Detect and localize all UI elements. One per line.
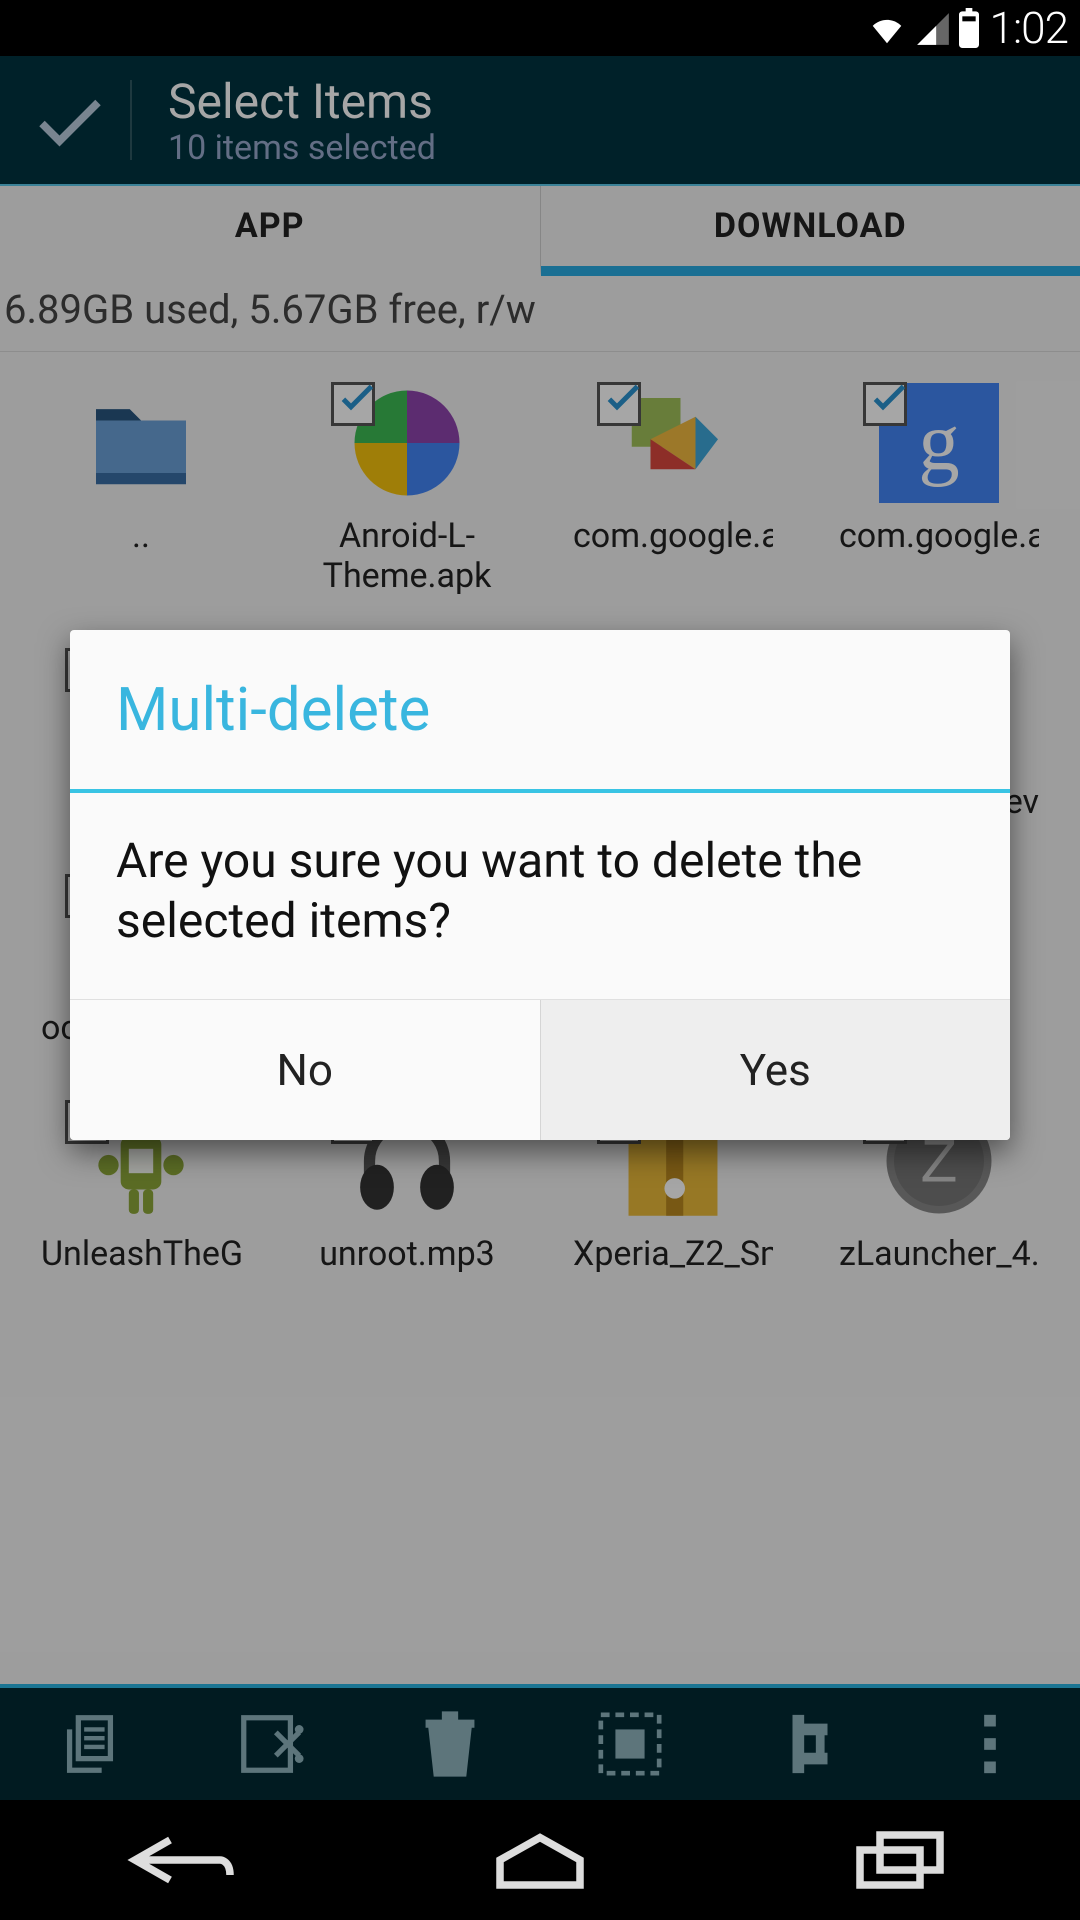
home-button[interactable] (450, 1820, 630, 1900)
status-time: 1:02 (990, 2, 1068, 54)
screen: 1:02 Select Items 10 items selected APP … (0, 0, 1080, 1920)
status-icons (866, 8, 980, 48)
back-button[interactable] (90, 1820, 270, 1900)
wifi-icon (866, 10, 908, 48)
status-bar: 1:02 (0, 0, 1080, 56)
home-icon (490, 1830, 590, 1890)
battery-icon (958, 8, 980, 48)
cell-signal-icon (914, 10, 952, 48)
recents-button[interactable] (810, 1820, 990, 1900)
yes-button[interactable]: Yes (540, 1000, 1011, 1140)
back-icon (120, 1830, 240, 1890)
confirm-dialog: Multi-delete Are you sure you want to de… (70, 630, 1010, 1140)
nav-bar (0, 1800, 1080, 1920)
dialog-message: Are you sure you want to delete the sele… (70, 793, 1010, 999)
no-button[interactable]: No (70, 1000, 540, 1140)
recents-icon (850, 1830, 950, 1890)
dialog-title: Multi-delete (70, 630, 1010, 789)
dialog-buttons: No Yes (70, 999, 1010, 1140)
